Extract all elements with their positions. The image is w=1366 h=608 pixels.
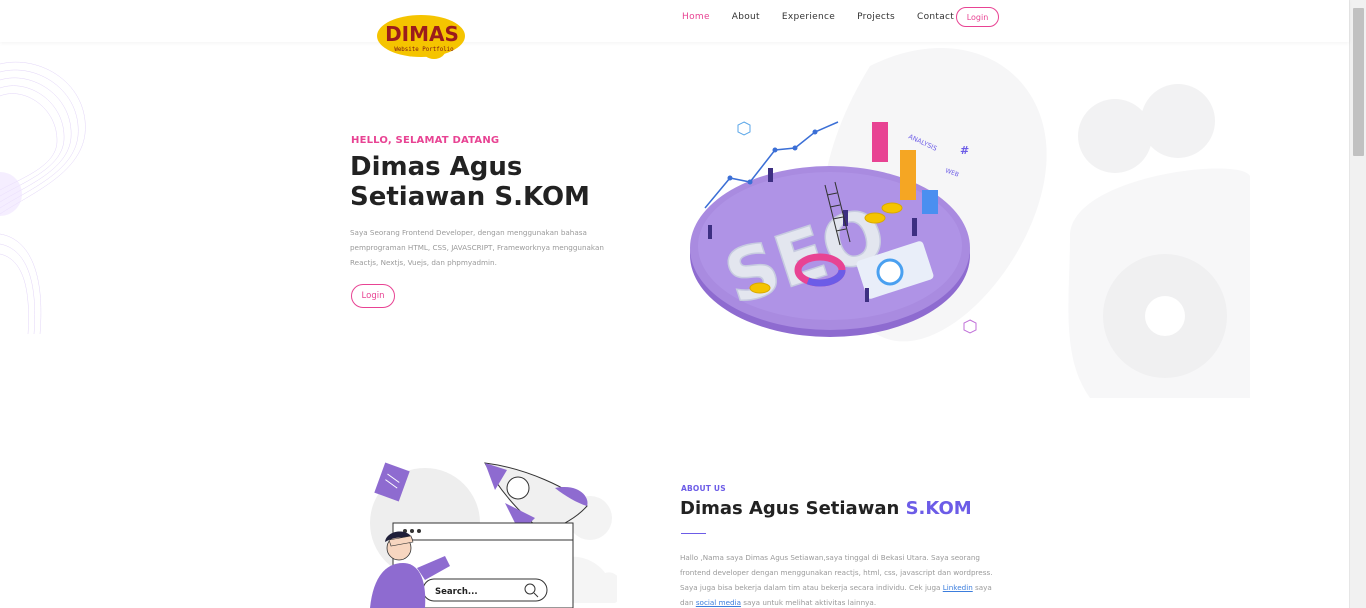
about-search-text: Search... <box>435 587 478 597</box>
about-label: ABOUT US <box>681 484 726 493</box>
about-illustration: Search... <box>370 462 617 608</box>
about-title-main: Dimas Agus Setiawan <box>680 498 906 519</box>
about-title-underline <box>681 533 706 534</box>
nav-about[interactable]: About <box>732 12 760 22</box>
about-text-part3: saya untuk melihat aktivitas lainnya. <box>740 598 877 607</box>
scrollbar-thumb[interactable] <box>1353 8 1364 156</box>
hero-description: Saya Seorang Frontend Developer, dengan … <box>350 228 604 267</box>
nav-projects[interactable]: Projects <box>857 12 895 22</box>
tag-hash: # <box>960 144 969 157</box>
hero-greeting: HELLO, SELAMAT DATANG <box>351 135 500 146</box>
top-navbar: Home About Experience Projects Contact L… <box>0 0 1349 42</box>
site-logo[interactable]: DIMAS Website Portfolio <box>376 9 466 61</box>
hero-login-button[interactable]: Login <box>351 284 395 308</box>
nav-login-button[interactable]: Login <box>956 7 999 27</box>
about-description: Hallo ,Nama saya Dimas Agus Setiawan,say… <box>680 550 998 608</box>
decorative-wave-left <box>0 61 86 334</box>
linkedin-link[interactable]: Linkedin <box>943 583 973 592</box>
tag-web: WEB <box>944 167 959 178</box>
about-title: Dimas Agus Setiawan S.KOM <box>680 498 972 519</box>
social-media-link[interactable]: social media <box>696 598 741 607</box>
logo-text: DIMAS <box>385 22 459 46</box>
page-scrollbar[interactable] <box>1349 0 1366 608</box>
about-title-accent: S.KOM <box>905 498 972 519</box>
nav-home[interactable]: Home <box>682 12 710 22</box>
hero-title: Dimas Agus Setiawan S.KOM <box>350 152 590 212</box>
logo-subtitle: Website Portfolio <box>394 47 454 53</box>
main-nav: Home About Experience Projects Contact <box>682 0 976 34</box>
tag-analysis: ANALYSIS <box>907 133 938 153</box>
seo-illustration: SEO ANALYSIS WEB # <box>690 121 977 337</box>
nav-experience[interactable]: Experience <box>782 12 835 22</box>
nav-contact[interactable]: Contact <box>917 12 954 22</box>
